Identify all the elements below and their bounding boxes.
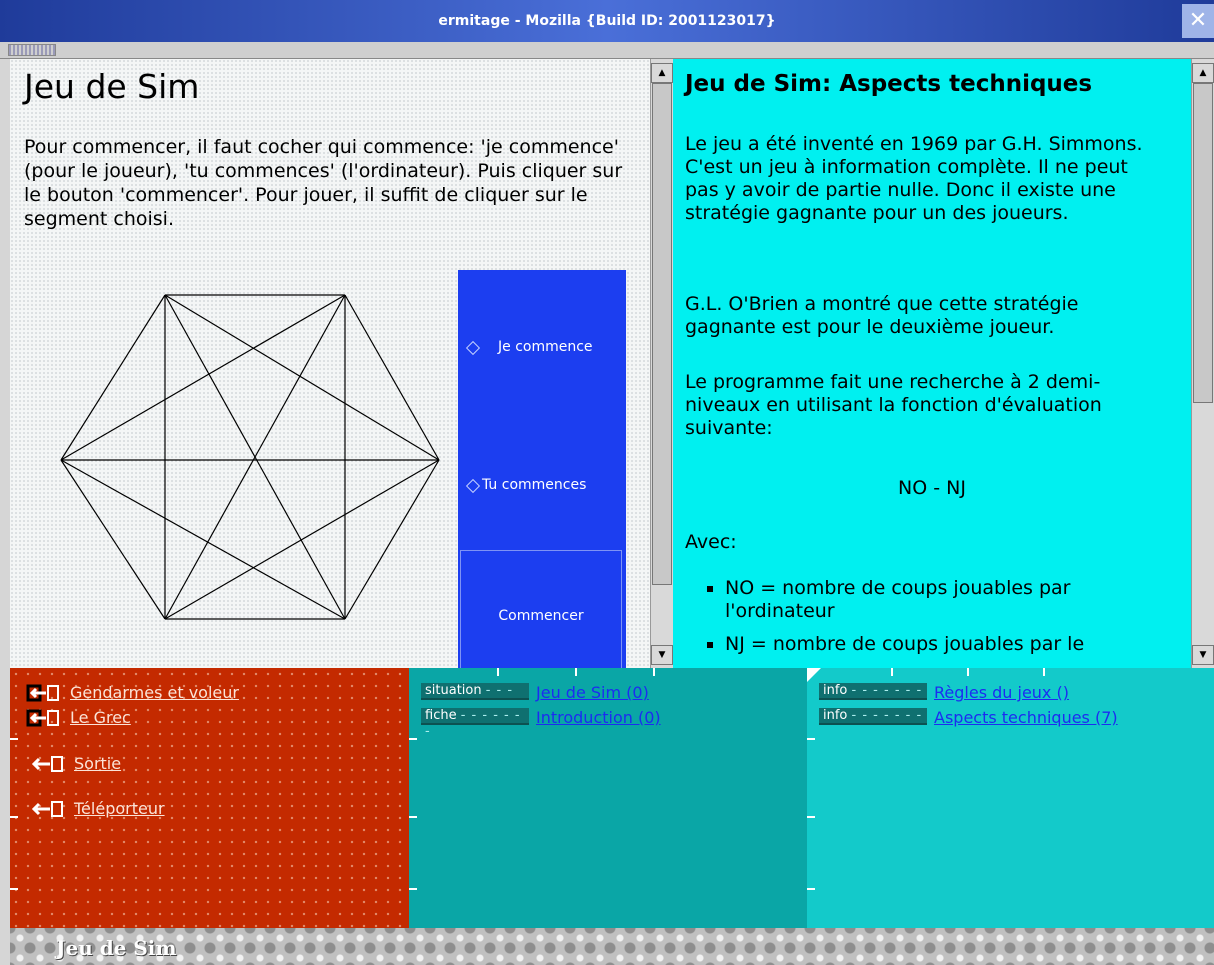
panel-tick	[497, 668, 499, 676]
scroll-thumb[interactable]	[1193, 83, 1213, 403]
panel-tick	[807, 816, 815, 818]
panel-tick	[10, 738, 18, 740]
board-segment[interactable]	[60, 294, 166, 461]
door-exit-icon	[26, 684, 59, 702]
scroll-down-icon[interactable]: ▼	[651, 645, 673, 665]
scroll-up-icon[interactable]: ▲	[1192, 63, 1214, 83]
nav-link-label[interactable]: Le Grec	[70, 708, 131, 727]
control-panel: Je commence Tu commences Commencer	[458, 270, 626, 669]
window-gutter	[0, 59, 10, 965]
tag-dots: - - -	[485, 683, 514, 698]
tag-dots: - - - - - - -	[851, 708, 923, 723]
nav-link-label[interactable]: Gendarmes et voleur	[70, 683, 239, 702]
panel-tick	[575, 668, 577, 676]
option-label: Je commence	[498, 339, 593, 355]
tag-label: situation	[425, 683, 482, 698]
close-icon[interactable]: ✕	[1182, 4, 1214, 38]
link-jeu-de-sim[interactable]: Jeu de Sim (0)	[536, 683, 649, 702]
panel-tick	[807, 888, 815, 890]
list-item: NJ = nombre de coups jouables par le	[707, 633, 1165, 656]
panel-tick	[807, 738, 815, 740]
radio-diamond-icon[interactable]	[465, 340, 481, 356]
exit-arrow-icon	[31, 801, 63, 817]
info-paragraph: Le jeu a été inventé en 1969 par G.H. Si…	[685, 133, 1143, 224]
game-frame: Jeu de Sim Pour commencer, il faut coche…	[10, 59, 650, 669]
link-aspects-techniques[interactable]: Aspects techniques (7)	[934, 708, 1118, 727]
info-paragraph: Le programme fait une recherche à 2 demi…	[685, 371, 1102, 439]
scroll-up-icon[interactable]: ▲	[651, 63, 673, 83]
situation-panel: situation - - - Jeu de Sim (0) fiche - -…	[409, 668, 807, 928]
panel-tick	[10, 888, 18, 890]
toolbar-strip	[0, 42, 1214, 59]
evaluation-formula: NO - NJ	[898, 477, 966, 499]
avec-label: Avec:	[685, 531, 737, 553]
tag-label: info	[823, 708, 848, 723]
panel-corner	[807, 668, 821, 682]
info-frame: Jeu de Sim: Aspects techniques Le jeu a …	[673, 59, 1191, 669]
scroll-down-icon[interactable]: ▼	[1192, 645, 1214, 665]
panel-tick	[10, 816, 18, 818]
panel-tick	[409, 816, 417, 818]
board-segment[interactable]	[344, 459, 440, 620]
panel-tick	[1043, 668, 1045, 676]
board-edges[interactable]	[60, 294, 440, 620]
category-tag: info - - - - - - -	[819, 708, 927, 725]
link-introduction[interactable]: Introduction (0)	[536, 708, 661, 727]
info-paragraph: G.L. O'Brien a montré que cette stratégi…	[685, 293, 1079, 338]
info-panel: info - - - - - - - Règles du jeux () inf…	[807, 668, 1214, 928]
panel-tick	[891, 668, 893, 676]
panel-tick	[967, 668, 969, 676]
toolbar-grip-icon[interactable]	[8, 44, 56, 56]
option-je-commence[interactable]: Je commence	[458, 336, 626, 360]
window-title: ermitage - Mozilla {Build ID: 2001123017…	[438, 13, 776, 29]
link-regles[interactable]: Règles du jeux ()	[934, 683, 1069, 702]
window-title-bar: ermitage - Mozilla {Build ID: 2001123017…	[0, 0, 1214, 42]
nav-link-label[interactable]: Sortie	[74, 754, 121, 773]
sim-game-board	[60, 294, 440, 620]
page-title: Jeu de Sim	[24, 67, 200, 106]
panel-tick	[409, 888, 417, 890]
tag-label: info	[823, 683, 848, 698]
panel-tick	[409, 738, 417, 740]
board-segment[interactable]	[60, 459, 166, 620]
board-segment[interactable]	[344, 294, 440, 461]
category-tag: info - - - - - - -	[819, 683, 927, 700]
list-item: NO = nombre de coups jouables par l'ordi…	[707, 577, 1165, 623]
commencer-button[interactable]: Commencer	[460, 550, 622, 669]
panel-tick	[653, 668, 655, 676]
category-tag: fiche - - - - - - -	[421, 708, 529, 739]
category-tag: situation - - -	[421, 683, 529, 700]
option-label: Tu commences	[482, 477, 587, 493]
status-bar: Jeu de Sim	[10, 928, 1214, 965]
exit-arrow-icon	[31, 756, 63, 772]
instructions-text: Pour commencer, il faut cocher qui comme…	[24, 136, 623, 230]
tag-dots: - - - - - - -	[851, 683, 923, 698]
navigation-panel: Gendarmes et voleur Le Grec Sortie Télép…	[10, 668, 409, 928]
info-heading: Jeu de Sim: Aspects techniques	[685, 71, 1093, 97]
nav-link-label[interactable]: Téléporteur	[74, 799, 165, 818]
tag-label: fiche	[425, 708, 457, 723]
status-text: Jeu de Sim	[56, 936, 177, 960]
door-exit-icon	[26, 709, 59, 727]
option-tu-commences[interactable]: Tu commences	[458, 474, 626, 498]
info-frame-scrollbar[interactable]: ▲ ▼	[1191, 59, 1214, 669]
scroll-thumb[interactable]	[652, 83, 672, 585]
radio-diamond-icon[interactable]	[465, 478, 481, 494]
game-frame-scrollbar[interactable]: ▲ ▼	[650, 59, 673, 669]
